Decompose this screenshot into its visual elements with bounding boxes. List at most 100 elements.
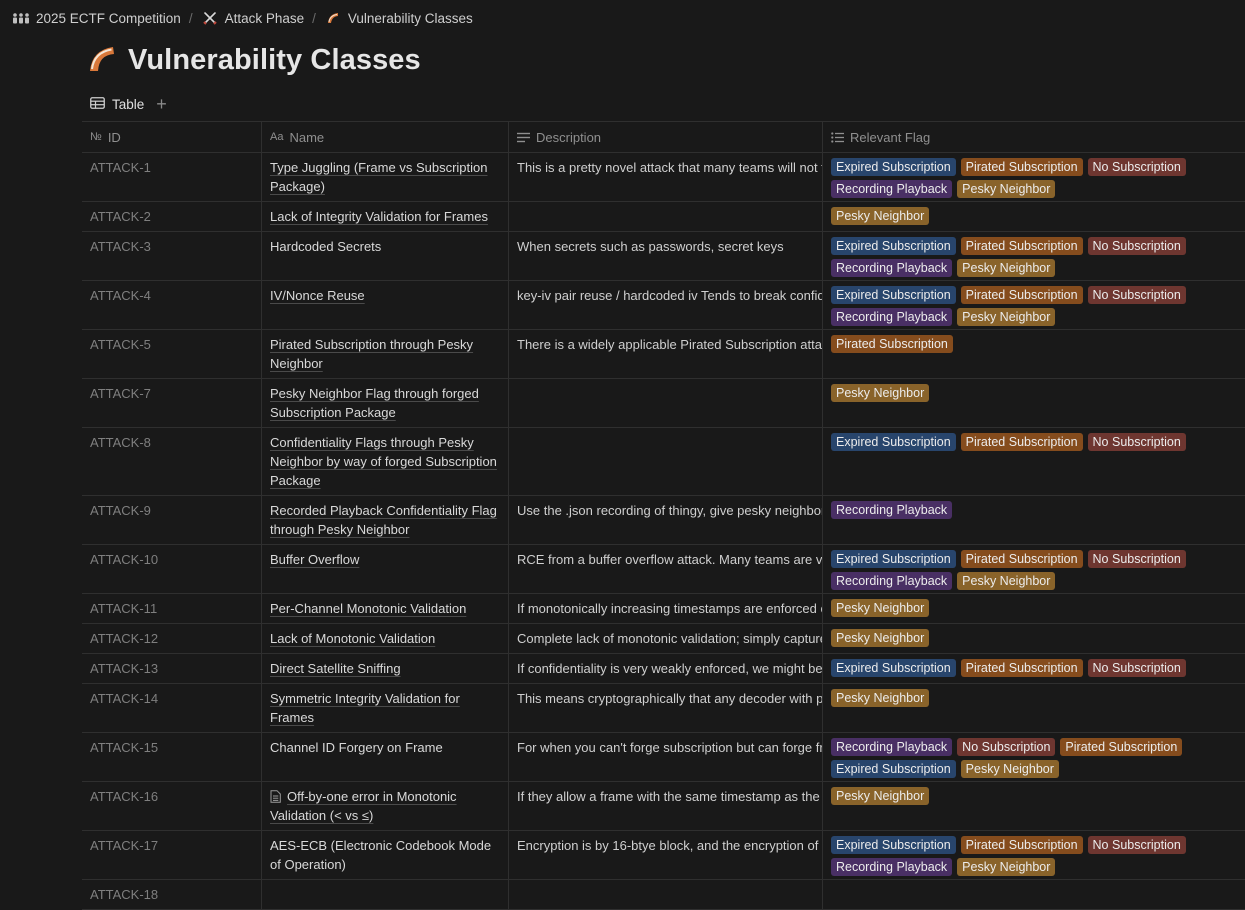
row-name[interactable]: Channel ID Forgery on Frame <box>270 740 443 755</box>
description-cell[interactable]: When secrets such as passwords, secret k… <box>509 232 823 280</box>
column-header-description[interactable]: Description <box>509 122 823 152</box>
id-cell[interactable]: ATTACK-2 <box>82 202 262 231</box>
breadcrumb-item-attack-phase[interactable]: Attack Phase <box>201 11 304 26</box>
description-cell[interactable] <box>509 379 823 427</box>
id-cell[interactable]: ATTACK-14 <box>82 684 262 732</box>
table-row[interactable]: ATTACK-17 AES-ECB (Electronic Codebook Mo… <box>82 831 1245 880</box>
row-name[interactable]: Pirated Subscription through Pesky Neigh… <box>270 337 473 371</box>
flag-cell[interactable]: Pesky Neighbor <box>823 624 1245 653</box>
name-cell[interactable]: Hardcoded Secrets <box>262 232 509 280</box>
table-row[interactable]: ATTACK-16 Off-by-one error in Monotonic V… <box>82 782 1245 831</box>
table-row[interactable]: ATTACK-1 Type Juggling (Frame vs Subscrip… <box>82 153 1245 202</box>
table-row[interactable]: ATTACK-14 Symmetric Integrity Validation … <box>82 684 1245 733</box>
id-cell[interactable]: ATTACK-17 <box>82 831 262 879</box>
flag-cell[interactable]: Pesky Neighbor <box>823 594 1245 623</box>
table-row[interactable]: ATTACK-13 Direct Satellite Sniffing If con… <box>82 654 1245 684</box>
name-cell[interactable]: Type Juggling (Frame vs Subscription Pac… <box>262 153 509 201</box>
table-row[interactable]: ATTACK-9 Recorded Playback Confidentialit… <box>82 496 1245 545</box>
description-cell[interactable] <box>509 428 823 495</box>
id-cell[interactable]: ATTACK-13 <box>82 654 262 683</box>
table-row[interactable]: ATTACK-2 Lack of Integrity Validation for… <box>82 202 1245 232</box>
name-cell[interactable]: Channel ID Forgery on Frame <box>262 733 509 781</box>
row-name[interactable]: Direct Satellite Sniffing <box>270 661 401 676</box>
name-cell[interactable]: Confidentiality Flags through Pesky Neig… <box>262 428 509 495</box>
flag-cell[interactable]: Expired Subscription Pirated Subscription… <box>823 232 1245 280</box>
column-header-flag[interactable]: Relevant Flag <box>823 122 1245 152</box>
row-name[interactable]: Off-by-one error in Monotonic Validation… <box>270 789 457 823</box>
flag-cell[interactable]: Recording Playback <box>823 496 1245 544</box>
row-name[interactable]: AES-ECB (Electronic Codebook Mode of Ope… <box>270 838 491 872</box>
row-name[interactable]: Type Juggling (Frame vs Subscription Pac… <box>270 160 487 194</box>
row-name[interactable]: Per-Channel Monotonic Validation <box>270 601 466 616</box>
flag-cell[interactable]: Expired Subscription Pirated Subscription… <box>823 654 1245 683</box>
name-cell[interactable]: Off-by-one error in Monotonic Validation… <box>262 782 509 830</box>
table-row[interactable]: ATTACK-8 Confidentiality Flags through Pe… <box>82 428 1245 496</box>
description-cell[interactable]: Complete lack of monotonic validation; s… <box>509 624 823 653</box>
name-cell[interactable]: Symmetric Integrity Validation for Frame… <box>262 684 509 732</box>
description-cell[interactable]: This is a pretty novel attack that many … <box>509 153 823 201</box>
table-row[interactable]: ATTACK-5 Pirated Subscription through Pes… <box>82 330 1245 379</box>
id-cell[interactable]: ATTACK-7 <box>82 379 262 427</box>
description-cell[interactable]: This means cryptographically that any de… <box>509 684 823 732</box>
id-cell[interactable]: ATTACK-1 <box>82 153 262 201</box>
id-cell[interactable]: ATTACK-18 <box>82 880 262 909</box>
row-name[interactable]: Lack of Monotonic Validation <box>270 631 435 646</box>
description-cell[interactable]: Use the .json recording of thingy, give … <box>509 496 823 544</box>
name-cell[interactable]: Lack of Monotonic Validation <box>262 624 509 653</box>
flag-cell[interactable]: Expired Subscription Pirated Subscription… <box>823 428 1245 495</box>
table-row[interactable]: ATTACK-4 IV/Nonce Reuse key-iv pair reuse … <box>82 281 1245 330</box>
id-cell[interactable]: ATTACK-3 <box>82 232 262 280</box>
id-cell[interactable]: ATTACK-8 <box>82 428 262 495</box>
description-cell[interactable]: If monotonically increasing timestamps a… <box>509 594 823 623</box>
row-name[interactable]: Pesky Neighbor Flag through forged Subsc… <box>270 386 479 420</box>
row-name[interactable]: Symmetric Integrity Validation for Frame… <box>270 691 460 725</box>
table-row[interactable]: ATTACK-10 Buffer Overflow RCE from a buffe… <box>82 545 1245 594</box>
name-cell[interactable]: Buffer Overflow <box>262 545 509 593</box>
column-header-name[interactable]: Aa Name <box>262 122 509 152</box>
row-name[interactable]: Lack of Integrity Validation for Frames <box>270 209 488 224</box>
flag-cell[interactable]: Pesky Neighbor <box>823 684 1245 732</box>
description-cell[interactable] <box>509 880 823 909</box>
description-cell[interactable]: If they allow a frame with the same time… <box>509 782 823 830</box>
description-cell[interactable]: If confidentiality is very weakly enforc… <box>509 654 823 683</box>
table-row[interactable]: ATTACK-11 Per-Channel Monotonic Validatio… <box>82 594 1245 624</box>
id-cell[interactable]: ATTACK-12 <box>82 624 262 653</box>
table-row[interactable]: ATTACK-7 Pesky Neighbor Flag through forg… <box>82 379 1245 428</box>
name-cell[interactable]: AES-ECB (Electronic Codebook Mode of Ope… <box>262 831 509 879</box>
table-row[interactable]: ATTACK-3 Hardcoded Secrets When secrets su… <box>82 232 1245 281</box>
flag-cell[interactable]: Expired Subscription Pirated Subscription… <box>823 545 1245 593</box>
id-cell[interactable]: ATTACK-11 <box>82 594 262 623</box>
add-view-button[interactable]: + <box>156 95 167 113</box>
id-cell[interactable]: ATTACK-10 <box>82 545 262 593</box>
flag-cell[interactable]: Pirated Subscription <box>823 330 1245 378</box>
flag-cell[interactable]: Expired Subscription Pirated Subscription… <box>823 831 1245 879</box>
name-cell[interactable]: Pirated Subscription through Pesky Neigh… <box>262 330 509 378</box>
row-name[interactable]: Confidentiality Flags through Pesky Neig… <box>270 435 497 488</box>
flag-cell[interactable]: Pesky Neighbor <box>823 782 1245 830</box>
description-cell[interactable]: For when you can't forge subscription bu… <box>509 733 823 781</box>
flag-cell[interactable]: Recording Playback No Subscription Pirated… <box>823 733 1245 781</box>
id-cell[interactable]: ATTACK-16 <box>82 782 262 830</box>
id-cell[interactable]: ATTACK-15 <box>82 733 262 781</box>
row-name[interactable]: Hardcoded Secrets <box>270 239 381 254</box>
description-cell[interactable]: RCE from a buffer overflow attack. Many … <box>509 545 823 593</box>
name-cell[interactable]: Lack of Integrity Validation for Frames <box>262 202 509 231</box>
flag-cell[interactable]: Pesky Neighbor <box>823 202 1245 231</box>
tab-table[interactable]: Table <box>90 97 144 112</box>
table-row[interactable]: ATTACK-18 <box>82 880 1245 910</box>
flag-cell[interactable]: Expired Subscription Pirated Subscription… <box>823 153 1245 201</box>
description-cell[interactable]: There is a widely applicable Pirated Sub… <box>509 330 823 378</box>
breadcrumb-item-competition[interactable]: 2025 ECTF Competition <box>12 11 181 26</box>
name-cell[interactable]: Recorded Playback Confidentiality Flag t… <box>262 496 509 544</box>
description-cell[interactable]: Encryption is by 16-btye block, and the … <box>509 831 823 879</box>
name-cell[interactable]: Pesky Neighbor Flag through forged Subsc… <box>262 379 509 427</box>
name-cell[interactable]: IV/Nonce Reuse <box>262 281 509 329</box>
column-header-id[interactable]: № ID <box>82 122 262 152</box>
id-cell[interactable]: ATTACK-9 <box>82 496 262 544</box>
name-cell[interactable]: Direct Satellite Sniffing <box>262 654 509 683</box>
name-cell[interactable] <box>262 880 509 909</box>
name-cell[interactable]: Per-Channel Monotonic Validation <box>262 594 509 623</box>
id-cell[interactable]: ATTACK-4 <box>82 281 262 329</box>
id-cell[interactable]: ATTACK-5 <box>82 330 262 378</box>
description-cell[interactable] <box>509 202 823 231</box>
